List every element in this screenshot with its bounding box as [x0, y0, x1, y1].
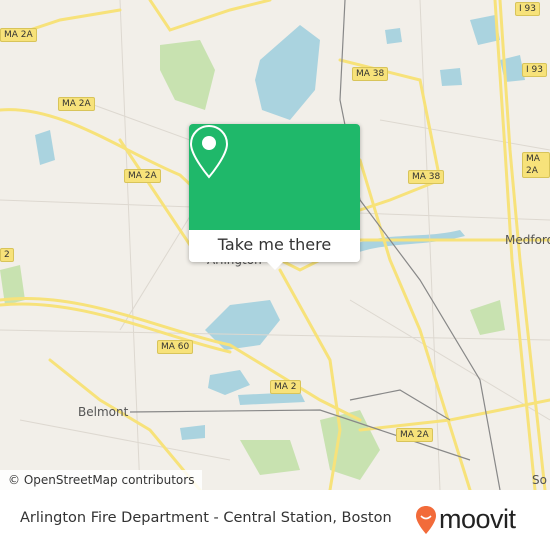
footer: Arlington Fire Department - Central Stat… — [0, 490, 550, 550]
route-shield: MA 2A — [58, 97, 95, 111]
route-shield: MA 2A — [0, 28, 37, 42]
popup-header — [189, 124, 360, 230]
route-shield: MA 38 — [352, 67, 389, 81]
place-label: Medford — [505, 233, 550, 247]
route-shield: MA 2A — [124, 169, 161, 183]
route-shield: MA 2 — [270, 380, 301, 394]
route-shield: 2 — [0, 248, 14, 262]
map-attribution[interactable]: © OpenStreetMap contributors — [0, 470, 203, 490]
route-shield: MA 60 — [157, 340, 194, 354]
place-label: Belmont — [78, 405, 129, 419]
place-label: So — [532, 473, 547, 487]
popup-pointer — [267, 262, 283, 270]
take-me-there-button[interactable]: Take me there — [189, 230, 360, 262]
moovit-logo: moovit — [415, 504, 516, 535]
moovit-pin-icon — [416, 505, 436, 534]
map-pin-icon — [189, 124, 229, 179]
route-shield: I 93 — [515, 2, 540, 16]
route-shield: MA 2A — [522, 152, 550, 178]
route-shield: MA 2A — [396, 428, 433, 442]
location-popup: Take me there — [189, 124, 360, 270]
map[interactable]: Arlington Belmont Medford So MA 2A MA 2A… — [0, 0, 550, 490]
route-shield: MA 38 — [408, 170, 445, 184]
location-title: Arlington Fire Department - Central Stat… — [20, 510, 392, 526]
moovit-wordmark: moovit — [439, 504, 516, 534]
route-shield: I 93 — [522, 63, 547, 77]
